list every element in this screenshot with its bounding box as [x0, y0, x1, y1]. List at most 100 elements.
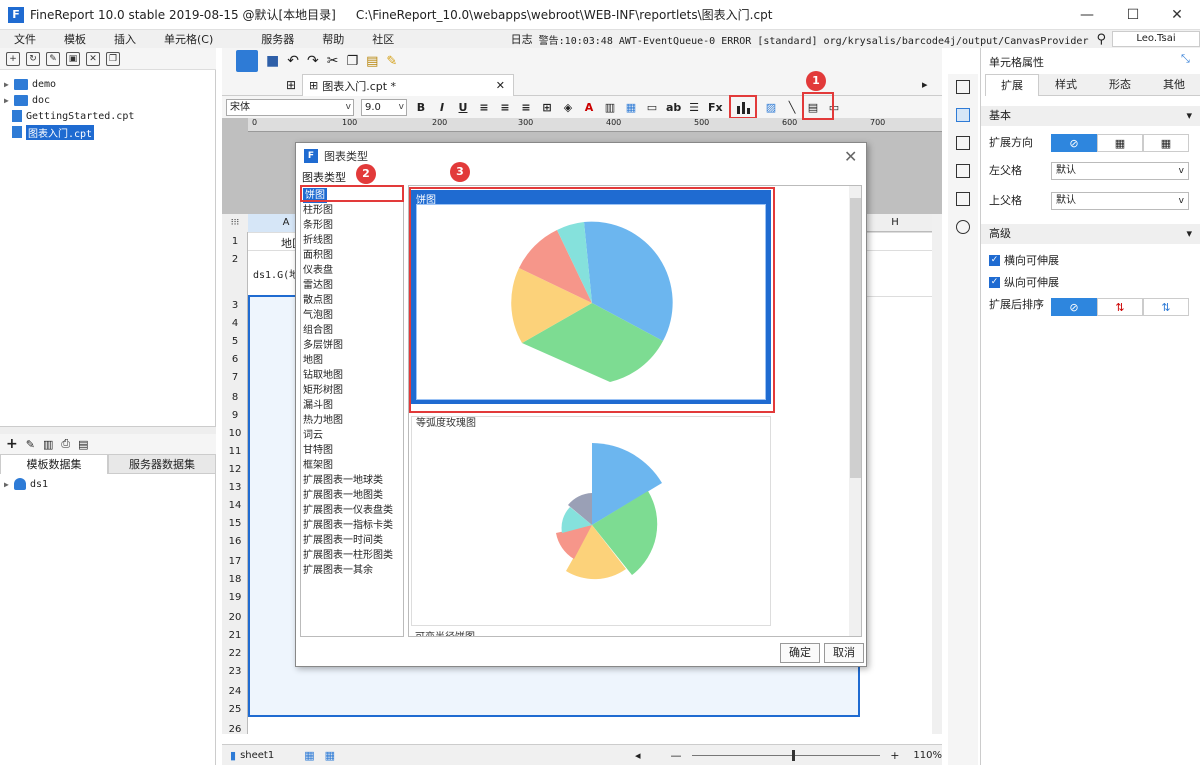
formula-icon[interactable]: Fx — [708, 101, 723, 114]
tab-other[interactable]: 其他 — [1147, 74, 1200, 96]
redo-icon[interactable]: ↷ — [307, 53, 319, 69]
zoom-out-icon[interactable]: — — [671, 749, 682, 762]
menu-server[interactable]: 服务器 — [247, 31, 308, 47]
row-number[interactable]: 5 — [222, 336, 248, 347]
zoom-slider[interactable] — [691, 749, 881, 761]
expand-none-button[interactable]: ⊘ — [1051, 134, 1097, 152]
refresh-icon[interactable]: ↻ — [26, 51, 40, 66]
row-number[interactable]: 18 — [222, 574, 248, 585]
font-color-icon[interactable]: A — [582, 101, 596, 114]
row-number[interactable]: 3 — [222, 300, 248, 311]
row-number[interactable]: 4 — [222, 318, 248, 329]
hyperlink-icon[interactable] — [956, 220, 970, 234]
undo-icon[interactable]: ↶ — [287, 53, 299, 69]
row-number[interactable]: 1 — [222, 236, 248, 247]
row-number[interactable]: 14 — [222, 500, 248, 511]
row-number[interactable]: 17 — [222, 556, 248, 567]
dataset-params-icon[interactable]: ▤ — [78, 438, 88, 451]
table-icon[interactable]: ▦ — [624, 101, 638, 114]
chart-type-item[interactable]: 柱形图 — [303, 203, 333, 218]
row-number[interactable]: 8 — [222, 392, 248, 403]
zoom-in-icon[interactable]: + — [890, 749, 899, 762]
collapse-arrow-icon[interactable]: ▾ — [1186, 224, 1192, 244]
chart-type-item[interactable]: 词云 — [303, 428, 323, 443]
h-expand-checkbox[interactable]: ✓ 横向可伸展 — [989, 252, 1059, 268]
row-number[interactable]: 13 — [222, 482, 248, 493]
up-parent-select[interactable]: 默认 — [1051, 192, 1189, 210]
section-basic[interactable]: 基本 ▾ — [981, 106, 1200, 126]
align-center-icon[interactable]: ≡ — [498, 101, 512, 114]
cell-a2-formula[interactable]: ds1.G(地 — [253, 266, 299, 281]
preview-dataset-icon[interactable]: ⎙ — [61, 437, 70, 451]
sort-asc-button[interactable]: ⇅ — [1097, 298, 1143, 316]
tab-form[interactable]: 形态 — [1093, 74, 1147, 96]
dataset-item-ds1[interactable]: ▶ ds1 — [4, 476, 48, 492]
section-advanced[interactable]: 高级 ▾ — [981, 224, 1200, 244]
row-number[interactable]: 22 — [222, 648, 248, 659]
chart-type-item[interactable]: 扩展图表一时间类 — [303, 533, 383, 548]
row-number[interactable]: 12 — [222, 464, 248, 475]
dialog-close-icon[interactable]: ✕ — [844, 147, 857, 166]
menu-file[interactable]: 文件 — [0, 31, 50, 47]
float-element-icon[interactable] — [956, 136, 970, 150]
chart-type-item[interactable]: 面积图 — [303, 248, 333, 263]
tree-item-gettingstarted[interactable]: GettingStarted.cpt — [4, 108, 134, 124]
expand-horizontal-button[interactable]: ▦ — [1143, 134, 1189, 152]
expand-arrow-icon[interactable]: ▶ — [4, 480, 14, 489]
chart-type-item[interactable]: 扩展图表一地图类 — [303, 488, 383, 503]
edit-dataset-icon[interactable]: ✎ — [26, 438, 35, 451]
add-dataset-icon[interactable]: + — [6, 436, 18, 452]
chart-type-item[interactable]: 扩展图表一地球类 — [303, 473, 383, 488]
tab-expand[interactable]: 扩展 — [985, 74, 1039, 96]
menu-insert[interactable]: 插入 — [100, 31, 150, 47]
chart-type-item[interactable]: 扩展图表一其余 — [303, 563, 373, 578]
chart-type-item[interactable]: 散点图 — [303, 293, 333, 308]
row-number[interactable]: 19 — [222, 592, 248, 603]
menu-template[interactable]: 模板 — [50, 31, 100, 47]
grid-icon[interactable]: ⊞ — [286, 78, 296, 92]
maximize-button[interactable]: ☐ — [1110, 0, 1156, 30]
delete-icon[interactable]: ✕ — [86, 51, 100, 66]
row-number[interactable]: 9 — [222, 410, 248, 421]
edit-icon[interactable]: ✎ — [46, 51, 60, 66]
add-sheet-alt-icon[interactable]: ▦ — [325, 749, 335, 762]
tab-chart-intro[interactable]: ⊞ 图表入门.cpt * ✕ — [302, 74, 514, 96]
scroll-thumb[interactable] — [850, 198, 861, 478]
slash-icon[interactable]: ╲ — [785, 101, 799, 114]
align-left-icon[interactable]: ≡ — [477, 101, 491, 114]
vertical-scrollbar[interactable] — [932, 214, 942, 734]
expand-arrow-icon[interactable]: ▶ — [4, 80, 14, 89]
preview-scrollbar[interactable] — [849, 186, 861, 636]
insert-chart-button[interactable] — [729, 95, 757, 119]
user-button[interactable]: Leo.Tsai — [1112, 31, 1200, 47]
cut-icon[interactable]: ✂ — [327, 53, 339, 69]
chart-type-item[interactable]: 组合图 — [303, 323, 333, 338]
font-select[interactable]: 宋体 — [226, 98, 354, 116]
collapse-icon[interactable]: ⤡ — [1181, 52, 1190, 66]
copy-icon[interactable]: ❐ — [346, 54, 358, 69]
chart-type-item[interactable]: 条形图 — [303, 218, 333, 233]
delete-dataset-icon[interactable]: ▥ — [43, 438, 53, 451]
log-label[interactable]: 日志 — [511, 31, 533, 47]
text-icon[interactable]: ab — [666, 101, 681, 114]
sort-desc-button[interactable]: ⇅ — [1143, 298, 1189, 316]
align-right-icon[interactable]: ≡ — [519, 101, 533, 114]
sort-none-button[interactable]: ⊘ — [1051, 298, 1097, 316]
chart-type-item[interactable]: 框架图 — [303, 458, 333, 473]
chart-type-item[interactable]: 矩形树图 — [303, 383, 343, 398]
tree-item-demo[interactable]: ▶ demo — [4, 76, 56, 92]
bold-icon[interactable]: B — [414, 101, 428, 114]
menu-community[interactable]: 社区 — [358, 31, 408, 47]
merge-cells-icon[interactable]: ▥ — [603, 101, 617, 114]
image-icon[interactable]: ▨ — [764, 101, 778, 114]
chart-type-item[interactable]: 折线图 — [303, 233, 333, 248]
row-number[interactable]: 11 — [222, 446, 248, 457]
underline-icon[interactable]: U — [456, 101, 470, 114]
chart-type-item[interactable]: 漏斗图 — [303, 398, 333, 413]
v-expand-checkbox[interactable]: ✓ 纵向可伸展 — [989, 274, 1059, 290]
menu-help[interactable]: 帮助 — [308, 31, 358, 47]
menu-cell[interactable]: 单元格(C) — [150, 31, 227, 47]
new-file-icon[interactable]: + — [6, 51, 20, 66]
expand-vertical-button[interactable]: ▦ — [1097, 134, 1143, 152]
template-icon[interactable] — [236, 50, 258, 72]
